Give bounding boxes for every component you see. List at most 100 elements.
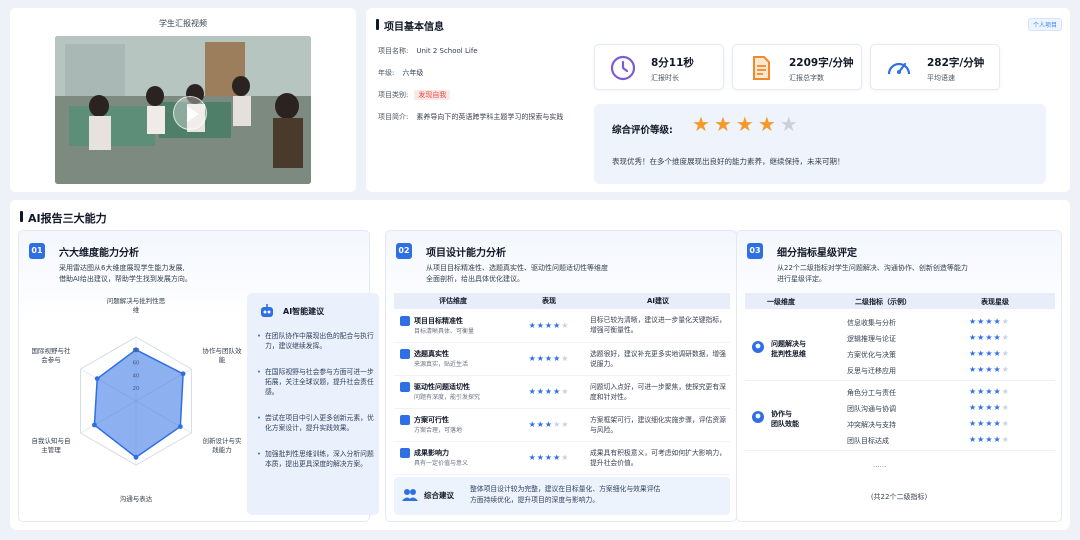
project-name-label: 项目名称: (378, 47, 409, 55)
panel-description-line: 借助AI给出建议，帮助学生找到发展方向。 (59, 275, 192, 283)
category-tag: 发现自我 (414, 90, 451, 100)
performance-stars: ★★★★★ (528, 453, 570, 462)
radar-point (133, 454, 139, 460)
summary-box: 综合建议 整体项目设计较为完整，建议在目标量化、方案细化与效果评估 方面持续优化… (394, 477, 730, 515)
stat-card-words: 2209字/分钟 汇报总字数 (732, 44, 862, 90)
table-header: 评估维度 (394, 293, 512, 309)
radar-tick-label: 60 (133, 361, 140, 367)
radar-chart: 20 40 60 80 (80, 336, 192, 466)
group-name-line: 协作与 (771, 410, 792, 418)
performance-stars: ★★★★★ (528, 387, 570, 396)
performance-cell: ★★★★★ (512, 342, 586, 376)
radar-point (94, 376, 100, 381)
dimension-sub: 来源真实，贴近生活 (414, 361, 469, 368)
panel-description-line: 从22个二级指标对学生问题解决、沟通协作、创新创造等能力 (777, 264, 968, 272)
document-icon (753, 56, 770, 80)
stat-value: 282字/分钟 (927, 57, 985, 69)
table-row: 方案可行性 方案合理，可落地 ★★★★★ 方案框架可行，建议细化实施步骤，评估资源与风… (394, 408, 730, 442)
panel-number: 01 (29, 243, 45, 259)
radar-label-collaboration: 协作与团队效能 (202, 347, 242, 364)
panel-indicator-rating: 03 细分指标星级评定 从22个二级指标对学生问题解决、沟通协作、创新创造等能力… (736, 230, 1062, 522)
panel-title: 六大维度能力分析 (59, 248, 139, 259)
stat-card-duration: 8分11秒 汇报时长 (594, 44, 724, 90)
performance-cell: ★★★★★ (512, 441, 586, 475)
indicator-stars: ★★★★★ (969, 387, 1010, 396)
play-icon[interactable] (173, 96, 207, 130)
dimension-sub: 目标清晰具体、可衡量 (414, 327, 475, 335)
video-title: 学生汇报视频 (159, 19, 207, 28)
group-name: 问题解决与批判性思维 (771, 339, 806, 359)
panel-description-line: 全面剖析，给出具体优化建议。 (426, 275, 524, 283)
indicator-stars: ★★★★★ (969, 349, 1010, 358)
radar-tick-label: 40 (133, 373, 140, 379)
grade-label: 年级: (378, 69, 395, 77)
dimension-name: 选题真实性 (414, 350, 449, 358)
group-name-line: 批判性思维 (771, 350, 806, 358)
personal-project-tag: 个人项目 (1027, 18, 1062, 31)
radar-tick-label: 20 (133, 386, 140, 392)
rating-label: 综合评价等级: (612, 125, 673, 136)
radar-label-communication: 沟通与表达 (119, 495, 153, 503)
panel-description-line: 采用雷达图从6大维度展现学生能力发展, (59, 264, 185, 272)
indicator-name: 逻辑推理与论证 (847, 335, 896, 343)
rating-text: 表现优秀！在多个维度展现出良好的能力素养，继续保持，未来可期！ (612, 157, 845, 166)
intro-value: 素养导向下的英语跨学科主题学习的探索与实践 (416, 113, 564, 121)
intro-row: 项目简介: 素养导向下的英语跨学科主题学习的探索与实践 (378, 112, 563, 122)
advice-item: 尝试在项目中引入更多创新元素，优化方案设计，提升实践效果。 (257, 413, 375, 433)
indicator-stars: ★★★★★ (969, 317, 1010, 326)
advice-cell: 问题切入点好，可进一步聚焦，使探究更有深度和针对性。 (586, 375, 730, 409)
dimension-icon (400, 415, 410, 425)
star-filled-icon: ★ (757, 112, 780, 136)
table-header: AI建议 (586, 293, 730, 309)
category-label: 项目类别: (378, 91, 409, 99)
brain-icon (752, 341, 764, 353)
table-row: 成果影响力 具有一定价值与意义 ★★★★★ 成果具有积极意义，可考虑如何扩大影响力，提… (394, 441, 730, 475)
project-info-card: 项目基本信息 个人项目 项目名称: Unit 2 School Life 年级: 六… (366, 8, 1070, 192)
project-name-row: 项目名称: Unit 2 School Life (378, 46, 478, 56)
radar-point (92, 422, 97, 428)
video-player[interactable] (55, 36, 311, 184)
dimension-sub: 问题有深度，能引发探究 (414, 394, 481, 401)
overall-rating-box: 综合评价等级: ★★★★★ 表现优秀！在多个维度展现出良好的能力素养，继续保持，… (594, 104, 1046, 184)
project-info-title: 项目基本信息 (376, 18, 444, 33)
indicator-stars: ★★★★★ (969, 365, 1010, 374)
table-header: 一级维度 (767, 298, 795, 306)
performance-cell: ★★★★★ (512, 408, 586, 442)
panel-description: 采用雷达图从6大维度展现学生能力发展, 借助AI给出建议，帮助学生找到发展方向。 (59, 263, 192, 285)
indicator-stars: ★★★★★ (969, 419, 1010, 428)
performance-stars: ★★★★★ (528, 354, 570, 363)
stat-value: 8分11秒 (651, 57, 694, 69)
panel-title: 细分指标星级评定 (777, 248, 857, 259)
star-filled-icon: ★ (692, 112, 714, 136)
indicator-name: 反思与迁移应用 (847, 367, 896, 375)
star-filled-icon: ★ (713, 112, 736, 136)
panel-six-dimensions: 01 六大维度能力分析 采用雷达图从6大维度展现学生能力发展, 借助AI给出建议… (18, 230, 379, 522)
table-row: 选题真实性 来源真实，贴近生活 ★★★★★ 选题很好，建议补充更多实地调研数据，增强说… (394, 342, 730, 376)
radar-point (180, 371, 186, 377)
advice-cell: 目标已较为清晰，建议进一步量化关键指标，增强可衡量性。 (586, 309, 730, 343)
ai-report-section: AI报告三大能力 01 六大维度能力分析 采用雷达图从6大维度展现学生能力发展,… (10, 200, 1070, 530)
indicator-group: 协作与 团队效能 角色分工与责任 ★★★★★ 团队沟通与协调 ★★★★★ 冲突解决与支持 ★★… (745, 385, 1055, 451)
dimension-name: 方案可行性 (414, 416, 449, 424)
intro-label: 项目简介: (378, 113, 409, 121)
table-row: 项目目标精准性 目标清晰具体、可衡量 ★★★★★ 目标已较为清晰，建议进一步量化关键指… (394, 309, 730, 343)
indicator-table-header: 一级维度 二级指标（示例） 表现星级 (745, 293, 1055, 309)
panel-project-design: 02 项目设计能力分析 从项目目标精准性、选题真实性、驱动性问题适切性等维度 全… (385, 230, 737, 522)
design-analysis-table: 评估维度 表现 AI建议 项目目标精准性 目标清晰具体、可衡量 ★★★★★ 目标已较为… (394, 293, 730, 475)
stat-label: 平均语速 (927, 74, 955, 82)
performance-stars: ★★★★★ (528, 420, 570, 429)
panel-title: 项目设计能力分析 (426, 248, 506, 259)
dimension-icon (400, 448, 410, 458)
group-name-line: 问题解决与 (771, 340, 806, 348)
dimension-cell: 选题真实性来源真实，贴近生活 (394, 342, 512, 376)
group-name-line: 团队效能 (771, 420, 799, 428)
indicator-name: 团队沟通与协调 (847, 405, 896, 413)
dimension-cell: 驱动性问题适切性 问题有深度，能引发探究 (394, 375, 512, 409)
dimension-icon (400, 382, 410, 392)
indicator-ellipsis: ...... (873, 461, 887, 469)
stat-value: 2209字/分钟 (789, 57, 854, 69)
dimension-icon (400, 315, 410, 326)
team-icon (752, 411, 764, 423)
performance-stars: ★★★★★ (528, 320, 570, 330)
dimension-cell: 项目目标精准性 目标清晰具体、可衡量 (394, 309, 512, 343)
